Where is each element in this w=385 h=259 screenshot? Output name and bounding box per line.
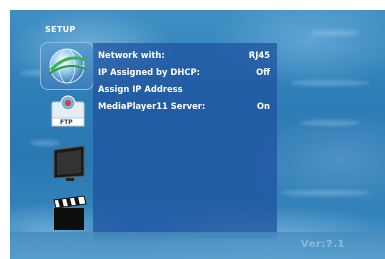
setting-label: Assign IP Address xyxy=(98,84,183,94)
tv-display-icon xyxy=(53,145,85,181)
setting-value: RJ45 xyxy=(248,50,270,60)
sidebar: FTP xyxy=(40,42,96,238)
setup-screen: SETUP FTP Network with: RJ45 IP Assigned… xyxy=(10,10,385,259)
water-wave xyxy=(310,30,360,36)
setting-assign-ip[interactable]: Assign IP Address xyxy=(98,82,270,96)
clapperboard-icon xyxy=(53,195,87,230)
setting-ip-dhcp[interactable]: IP Assigned by DHCP: Off xyxy=(98,65,270,79)
setting-value: On xyxy=(256,101,270,111)
setting-value: Off xyxy=(256,67,270,77)
sidebar-item-ftp[interactable]: FTP xyxy=(44,92,92,134)
setting-network-with[interactable]: Network with: RJ45 xyxy=(98,48,270,62)
setting-mediaplayer-server[interactable]: MediaPlayer11 Server: On xyxy=(98,99,270,113)
setting-label: IP Assigned by DHCP: xyxy=(98,67,201,77)
sidebar-item-display[interactable] xyxy=(44,142,92,184)
setting-label: Network with: xyxy=(98,50,165,60)
version-label: Ver:7.1 xyxy=(300,239,345,250)
water-wave xyxy=(300,120,360,126)
sidebar-item-network[interactable] xyxy=(40,42,94,90)
setting-label: MediaPlayer11 Server: xyxy=(98,101,206,111)
network-globe-icon xyxy=(48,48,87,84)
page-title: SETUP xyxy=(45,25,76,34)
water-wave xyxy=(290,80,370,86)
sidebar-item-video[interactable] xyxy=(44,192,92,234)
water-wave xyxy=(280,190,370,196)
ftp-icon-label: FTP xyxy=(60,119,73,126)
settings-panel: Network with: RJ45 IP Assigned by DHCP: … xyxy=(93,43,277,239)
ftp-icon xyxy=(51,95,85,127)
screen-frame: SETUP FTP Network with: RJ45 IP Assigned… xyxy=(0,0,385,259)
